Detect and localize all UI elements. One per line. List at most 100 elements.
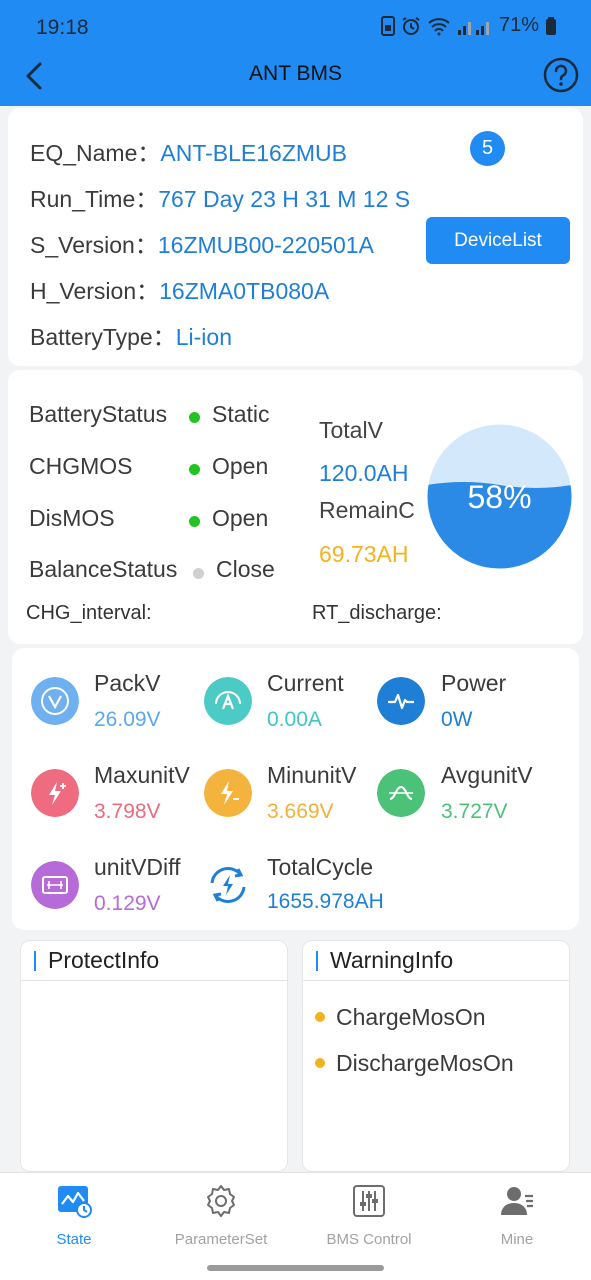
balance-status-dot (193, 568, 204, 579)
total-capacity-value: 120.0AH (319, 460, 409, 486)
nav-state[interactable]: State (14, 1183, 134, 1248)
nav-mine-label: Mine (500, 1231, 534, 1248)
app-header: 19:18 71% ANT BMS (0, 0, 591, 106)
minunitv-label: MinunitV (267, 762, 357, 788)
nav-state-label: State (56, 1231, 92, 1248)
current-value: 0.00A (267, 708, 322, 731)
total-capacity-label: TotalV (319, 417, 383, 443)
warning-item-label: ChargeMosOn (336, 1004, 486, 1030)
nav-bms-control-label: BMS Control (326, 1231, 412, 1248)
h-version-value: 16ZMA0TB080A (159, 278, 330, 304)
battery-status-value: Static (212, 401, 270, 427)
nav-parameterset-label: ParameterSet (174, 1231, 268, 1248)
packv-value: 26.09V (94, 708, 161, 731)
battery-type-row: BatteryType：Li-ion (30, 318, 232, 352)
status-bar: 19:18 71% (0, 0, 591, 54)
warning-dot (315, 1011, 325, 1022)
soc-percent: 58% (467, 479, 531, 515)
minunitv-icon (204, 769, 252, 817)
protect-info-title: ProtectInfo (48, 947, 160, 973)
help-icon[interactable] (543, 57, 579, 93)
totalcycle-value: 1655.978AH (267, 890, 384, 913)
avgunitv-icon (377, 769, 425, 817)
h-version-label: H_Version： (30, 278, 160, 304)
battery-status-dot (189, 412, 200, 423)
unitvdiff-value: 0.129V (94, 892, 161, 915)
power-icon (377, 677, 425, 725)
warning-info-accent (316, 951, 318, 971)
run-time-label: Run_Time： (30, 186, 159, 212)
s-version-row: S_Version：16ZMUB00-220501A (30, 226, 374, 260)
wifi-icon (428, 17, 450, 35)
device-count-badge: 5 (470, 131, 505, 166)
alarm-icon (402, 16, 420, 35)
user-icon (501, 1187, 533, 1215)
s-version-label: S_Version： (30, 232, 158, 258)
sliders-icon (353, 1185, 385, 1217)
chgmos-dot (189, 464, 200, 475)
dismos-label: DisMOS (29, 505, 115, 531)
unitvdiff-icon (31, 861, 79, 909)
warning-dot (315, 1057, 325, 1068)
warning-item: DischargeMosOn (315, 1050, 514, 1077)
device-list-button[interactable]: DeviceList (426, 217, 570, 264)
power-label: Power (441, 670, 507, 696)
nav-parameterset[interactable]: ParameterSet (161, 1183, 281, 1248)
eq-name-label: EQ_Name： (30, 140, 161, 166)
run-time-row: Run_Time：767 Day 23 H 31 M 12 S (30, 180, 410, 214)
remain-capacity-value: 69.73AH (319, 541, 409, 567)
sim-icon (380, 15, 395, 36)
warning-item: ChargeMosOn (315, 1004, 486, 1031)
nav-mine[interactable]: Mine (457, 1183, 577, 1248)
dismos-value: Open (212, 505, 269, 531)
protect-info-accent (34, 951, 36, 971)
warning-item-label: DischargeMosOn (336, 1050, 514, 1076)
battery-percent: 71% (498, 14, 539, 36)
battery-type-label: BatteryType： (30, 324, 176, 350)
remain-capacity-label: RemainC (319, 497, 415, 523)
status-time: 19:18 (36, 16, 89, 39)
maxunitv-label: MaxunitV (94, 762, 190, 788)
signal-icon (457, 21, 489, 35)
warning-info-title: WarningInfo (330, 947, 454, 973)
h-version-row: H_Version：16ZMA0TB080A (30, 272, 329, 306)
warning-info-header: WarningInfo (303, 941, 569, 981)
status-icons: 71% (380, 14, 557, 37)
packv-icon (31, 677, 79, 725)
power-value: 0W (441, 708, 473, 731)
state-icon (58, 1186, 92, 1218)
avgunitv-label: AvgunitV (441, 762, 533, 788)
protect-info-panel: ProtectInfo (20, 940, 288, 1172)
home-indicator[interactable] (207, 1265, 384, 1271)
nav-bms-control[interactable]: BMS Control (309, 1183, 429, 1248)
maxunitv-icon (31, 769, 79, 817)
current-label: Current (267, 670, 344, 696)
run-time-value: 767 Day 23 H 31 M 12 S (158, 186, 411, 212)
balance-status-value: Close (216, 556, 275, 582)
totalcycle-icon (210, 867, 246, 903)
warning-info-panel: WarningInfo ChargeMosOn DischargeMosOn (302, 940, 570, 1172)
chg-interval-label: CHG_interval: (26, 602, 152, 624)
minunitv-value: 3.669V (267, 800, 334, 823)
page-title: ANT BMS (249, 62, 342, 85)
eq-name-value: ANT-BLE16ZMUB (160, 140, 347, 166)
battery-icon (546, 16, 556, 35)
maxunitv-value: 3.798V (94, 800, 161, 823)
battery-type-value: Li-ion (175, 324, 232, 350)
avgunitv-value: 3.727V (441, 800, 508, 823)
eq-name-row: EQ_Name：ANT-BLE16ZMUB (30, 134, 347, 168)
current-icon (204, 677, 252, 725)
rt-discharge-label: RT_discharge: (312, 602, 442, 624)
chgmos-label: CHGMOS (29, 453, 133, 479)
soc-gauge: 58% (427, 424, 572, 569)
protect-info-header: ProtectInfo (21, 941, 287, 981)
dismos-dot (189, 516, 200, 527)
s-version-value: 16ZMUB00-220501A (157, 232, 374, 258)
bottom-nav: State ParameterSet BMS Control Mine (0, 1172, 591, 1280)
packv-label: PackV (94, 670, 161, 696)
totalcycle-label: TotalCycle (267, 854, 374, 880)
battery-status-label: BatteryStatus (29, 401, 168, 427)
unitvdiff-label: unitVDiff (94, 854, 181, 880)
balance-status-label: BalanceStatus (29, 556, 178, 582)
gear-icon (207, 1185, 235, 1217)
